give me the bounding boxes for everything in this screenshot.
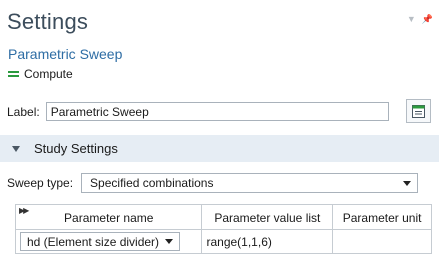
label-caption: Label: xyxy=(7,104,40,119)
table-header-row: ▶▶ Parameter name Parameter value list P… xyxy=(15,204,432,230)
section-title: Study Settings xyxy=(34,141,118,156)
settings-pane: Settings ▼ 📌 Parametric Sweep Compute La… xyxy=(0,0,439,259)
compute-button[interactable]: Compute xyxy=(8,67,73,81)
parameter-unit-cell[interactable] xyxy=(333,230,432,254)
sweep-type-label: Sweep type: xyxy=(7,176,74,190)
label-edit-icon xyxy=(412,104,425,118)
column-header-parameter-value-list[interactable]: Parameter value list xyxy=(201,204,334,230)
node-subtitle: Parametric Sweep xyxy=(8,46,123,62)
dropdown-icon[interactable]: ▼ xyxy=(407,14,416,25)
table-row[interactable]: hd (Element size divider) range(1,1,6) xyxy=(15,229,432,254)
sweep-type-select[interactable]: Specified combinations xyxy=(81,173,419,193)
dropdown-caret-icon xyxy=(403,180,412,186)
compute-label: Compute xyxy=(24,67,73,81)
parameter-value-list-cell[interactable]: range(1,1,6) xyxy=(201,229,334,254)
parameter-name-cell[interactable]: hd (Element size divider) xyxy=(15,229,203,254)
column-header-parameter-name[interactable]: ▶▶ Parameter name xyxy=(15,204,203,230)
label-row: Label: xyxy=(7,102,389,121)
collapse-triangle-icon xyxy=(12,145,20,152)
column-header-parameter-unit[interactable]: Parameter unit xyxy=(332,204,432,230)
parameter-table: ▶▶ Parameter name Parameter value list P… xyxy=(15,204,432,254)
label-edit-button[interactable] xyxy=(406,99,431,123)
parameter-name-value: hd (Element size divider) xyxy=(27,234,160,249)
sweep-type-value: Specified combinations xyxy=(90,176,214,190)
window-controls: ▼ 📌 xyxy=(407,14,433,25)
compute-icon xyxy=(8,70,19,78)
pin-icon[interactable]: 📌 xyxy=(422,14,433,25)
parameter-name-select[interactable]: hd (Element size divider) xyxy=(20,232,181,251)
label-input[interactable] xyxy=(45,102,389,121)
sort-arrows-icon[interactable]: ▶▶ xyxy=(19,206,29,215)
study-settings-section-header[interactable]: Study Settings xyxy=(0,135,439,162)
page-title: Settings xyxy=(7,9,89,34)
sweep-type-row: Sweep type: Specified combinations xyxy=(7,173,419,193)
dropdown-caret-icon xyxy=(165,239,174,244)
